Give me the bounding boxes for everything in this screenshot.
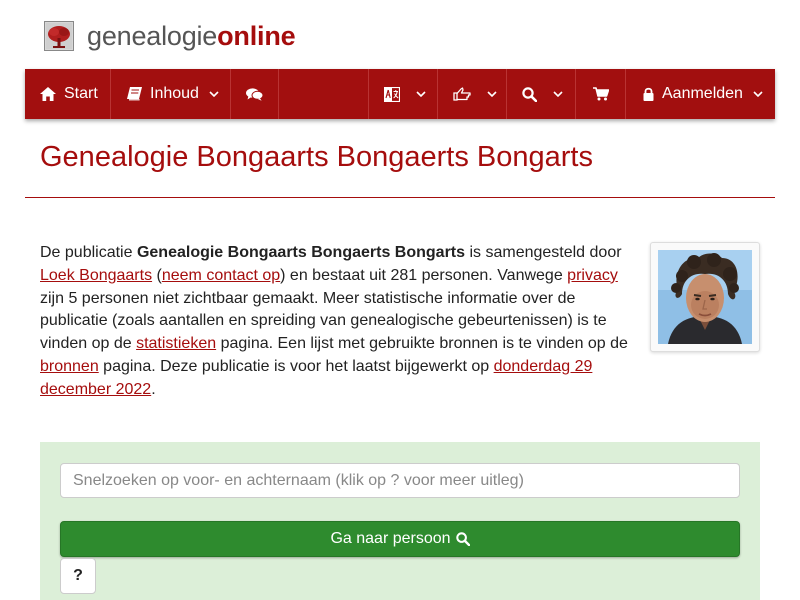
nav-spacer: [279, 69, 369, 119]
nav-login-dropdown[interactable]: Aanmelden: [626, 69, 775, 119]
site-name-accent: online: [217, 20, 296, 51]
site-logo[interactable]: genealogieonline: [44, 16, 296, 56]
sources-link[interactable]: bronnen: [40, 358, 99, 375]
language-icon: [384, 86, 400, 102]
search-help-button[interactable]: ?: [60, 558, 96, 594]
intro-text: (: [152, 266, 162, 284]
intro-text: is samengesteld door: [465, 244, 622, 261]
go-to-person-label: Ga naar persoon: [330, 530, 451, 547]
chevron-down-icon: [487, 91, 497, 97]
title-divider: [25, 197, 775, 198]
chevron-down-icon: [209, 91, 219, 97]
nav-inhoud-dropdown[interactable]: Inhoud: [111, 69, 231, 119]
privacy-link[interactable]: privacy: [567, 267, 618, 284]
quick-search-panel: Ga naar persoon ?: [40, 442, 760, 600]
nav-language-dropdown[interactable]: [369, 69, 438, 119]
nav-start-label: Start: [64, 85, 98, 102]
site-name-plain: genealogie: [87, 20, 218, 51]
nav-inhoud-label: Inhoud: [150, 85, 199, 102]
publication-name: Genealogie Bongaarts Bongaerts Bongarts: [136, 244, 466, 261]
chevron-down-icon: [553, 91, 563, 97]
book-icon: [127, 87, 142, 101]
intro-text: De publicatie: [40, 244, 137, 261]
go-to-person-button[interactable]: Ga naar persoon: [60, 521, 740, 557]
contact-link[interactable]: neem contact op: [162, 267, 280, 284]
home-icon: [40, 87, 56, 101]
lock-icon: [643, 87, 654, 101]
author-photo[interactable]: [650, 242, 760, 352]
statistics-link[interactable]: statistieken: [136, 335, 216, 352]
share-icon: [453, 87, 471, 101]
author-portrait: [658, 250, 752, 344]
chevron-down-icon: [753, 91, 763, 97]
chevron-down-icon: [416, 91, 426, 97]
search-icon: [522, 86, 537, 102]
nav-chat-button[interactable]: [231, 69, 279, 119]
intro-text: pagina. Deze publicatie is voor het laat…: [98, 357, 494, 375]
nav-share-dropdown[interactable]: [438, 69, 507, 119]
quick-search-input[interactable]: [60, 463, 740, 498]
intro-text: ) en bestaat uit 281 personen. Vanwege: [280, 266, 568, 284]
author-link[interactable]: Loek Bongaarts: [40, 267, 152, 284]
publication-intro: De publicatie Genealogie Bongaarts Bonga…: [40, 242, 632, 402]
comments-icon: [246, 87, 263, 101]
cart-icon: [592, 87, 609, 101]
tree-icon: [44, 21, 74, 51]
page-title: Genealogie Bongaarts Bongaerts Bongarts: [40, 141, 593, 173]
search-icon: [455, 532, 470, 546]
nav-login-label: Aanmelden: [662, 85, 743, 102]
intro-text: .: [151, 380, 156, 398]
main-navbar: Start Inhoud Aanmelden: [25, 69, 775, 119]
nav-start[interactable]: Start: [25, 69, 111, 119]
intro-text: pagina. Een lijst met gebruikte bronnen …: [216, 335, 628, 353]
site-name: genealogieonline: [87, 20, 296, 52]
nav-cart-button[interactable]: [576, 69, 626, 119]
nav-search-dropdown[interactable]: [507, 69, 576, 119]
